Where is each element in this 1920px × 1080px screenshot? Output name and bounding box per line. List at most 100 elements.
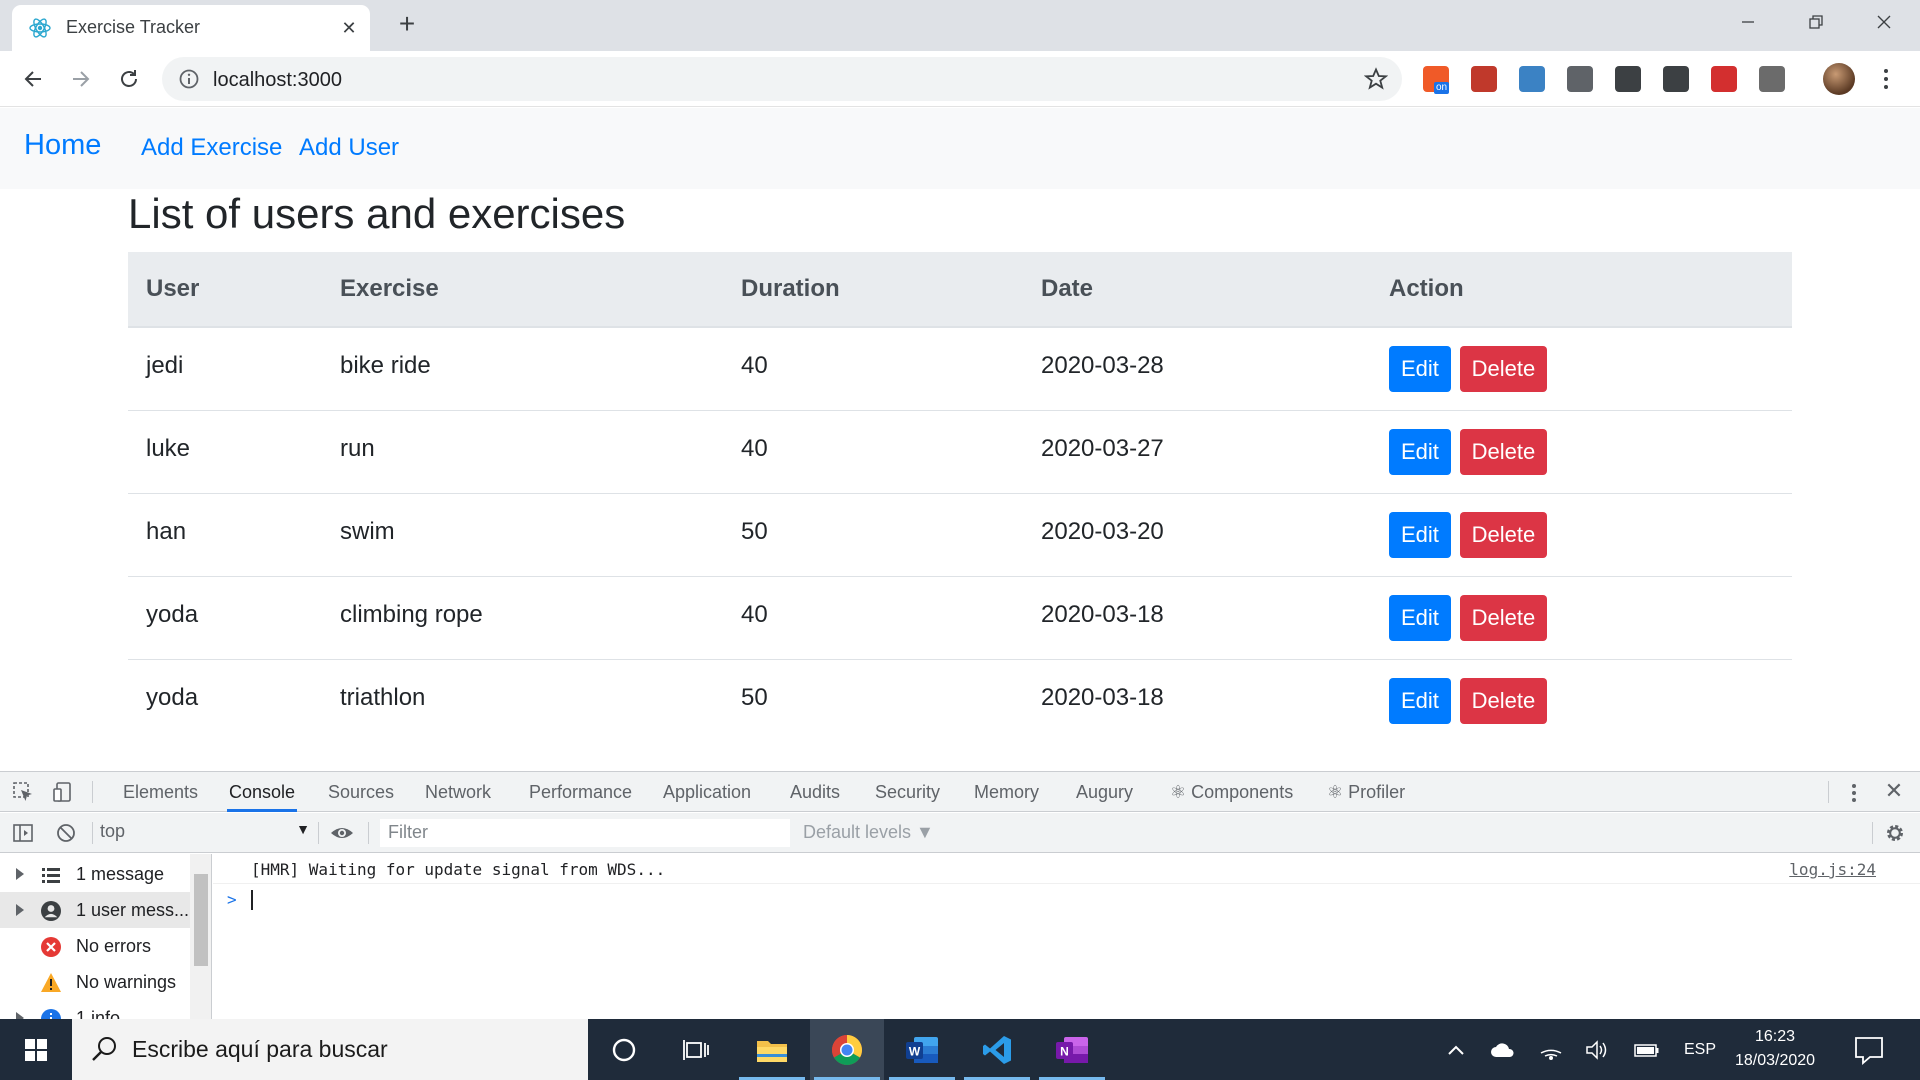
- taskbar-app-chrome[interactable]: [810, 1019, 884, 1080]
- sidebar-item-messages[interactable]: 1 message: [0, 856, 190, 892]
- sidebar-item-user-messages[interactable]: 1 user mess...: [0, 892, 190, 928]
- header-duration: Duration: [723, 252, 1023, 328]
- pdf-extension-icon[interactable]: [1471, 66, 1497, 92]
- edit-button[interactable]: Edit: [1389, 345, 1451, 392]
- edit-button[interactable]: Edit: [1389, 428, 1451, 475]
- settings-gear-icon[interactable]: [1884, 822, 1906, 844]
- devtools-tab[interactable]: ⚛ Components: [1168, 772, 1295, 812]
- new-tab-button[interactable]: +: [390, 8, 424, 42]
- cell-user: yoda: [128, 658, 322, 742]
- browser-tab[interactable]: Exercise Tracker ✕: [12, 5, 370, 51]
- url-text[interactable]: localhost:3000: [213, 69, 342, 92]
- devtools-tab[interactable]: Application: [661, 772, 753, 812]
- onedrive-tray[interactable]: [1490, 1037, 1516, 1063]
- devtools-tab[interactable]: Memory: [972, 772, 1041, 812]
- sidebar-scrollbar[interactable]: [190, 854, 211, 1020]
- log-levels-dropdown[interactable]: Default levels ▼: [803, 822, 934, 843]
- delete-button[interactable]: Delete: [1459, 511, 1548, 558]
- close-devtools-icon[interactable]: ✕: [1882, 780, 1906, 804]
- taskbar-app-word[interactable]: W: [885, 1019, 959, 1080]
- battery-tray[interactable]: [1634, 1037, 1660, 1063]
- taskbar-clock[interactable]: 16:23 18/03/2020: [1725, 1025, 1825, 1073]
- reload-button[interactable]: [112, 62, 146, 96]
- network-tray[interactable]: [1538, 1037, 1564, 1063]
- scrollbar-thumb[interactable]: [194, 874, 208, 966]
- delete-button[interactable]: Delete: [1459, 594, 1548, 641]
- devtools-tab[interactable]: ⚛ Profiler: [1325, 772, 1407, 812]
- devtools-tab[interactable]: Elements: [121, 772, 200, 812]
- minimize-button[interactable]: [1714, 0, 1782, 44]
- cell-date: 2020-03-27: [1023, 409, 1371, 493]
- edit-button[interactable]: Edit: [1389, 677, 1451, 724]
- taskbar-app-file-explorer[interactable]: [735, 1019, 809, 1080]
- devtools-divider: [318, 822, 319, 844]
- nav-add-user-link[interactable]: Add User: [299, 134, 399, 162]
- cell-exercise: run: [322, 409, 723, 493]
- device-toolbar-icon[interactable]: [52, 781, 74, 803]
- taskbar-app-onenote[interactable]: N: [1035, 1019, 1109, 1080]
- c-extension-icon[interactable]: [1663, 66, 1689, 92]
- sidebar-item-warnings[interactable]: No warnings: [0, 964, 190, 1000]
- forward-button[interactable]: [64, 62, 98, 96]
- nav-home-link[interactable]: Home: [24, 129, 101, 162]
- devtools-tab[interactable]: Sources: [326, 772, 396, 812]
- nav-add-exercise-link[interactable]: Add Exercise: [141, 134, 282, 162]
- show-hidden-icons-button[interactable]: [1443, 1037, 1469, 1063]
- devtools-tab[interactable]: Network: [423, 772, 493, 812]
- swirl-extension-icon[interactable]: [1519, 66, 1545, 92]
- tomato-extension-icon[interactable]: [1567, 66, 1593, 92]
- restore-button[interactable]: [1782, 0, 1850, 44]
- context-selector[interactable]: top ▼: [100, 821, 310, 845]
- ext-on-icon[interactable]: on: [1423, 66, 1450, 94]
- expand-arrow-icon[interactable]: [16, 904, 24, 916]
- reload-icon: [121, 70, 137, 87]
- sidebar-item-info[interactable]: 1 info: [0, 1000, 190, 1020]
- star-icon[interactable]: [1364, 67, 1388, 91]
- browser-menu-icon[interactable]: [1876, 64, 1896, 94]
- back-arrow-icon: [24, 71, 41, 87]
- cortana-button[interactable]: [588, 1019, 660, 1080]
- devtools-tab[interactable]: Performance: [527, 772, 634, 812]
- close-window-button[interactable]: [1850, 0, 1918, 44]
- moon-extension-icon[interactable]: [1615, 66, 1641, 92]
- inspect-element-icon[interactable]: [12, 781, 34, 803]
- edit-button[interactable]: Edit: [1389, 511, 1451, 558]
- console-filter-input[interactable]: Filter: [380, 819, 790, 847]
- devtools-menu-icon[interactable]: [1848, 782, 1860, 804]
- volume-tray[interactable]: [1584, 1037, 1610, 1063]
- sidebar-item-label: No warnings: [76, 972, 177, 992]
- delete-button[interactable]: Delete: [1459, 428, 1548, 475]
- delete-button[interactable]: Delete: [1459, 677, 1548, 724]
- back-button[interactable]: [16, 62, 50, 96]
- show-sidebar-icon[interactable]: [12, 822, 34, 844]
- eye-icon[interactable]: [330, 822, 354, 844]
- action-center-icon[interactable]: [1852, 1033, 1886, 1067]
- paw-extension-icon[interactable]: [1711, 66, 1737, 92]
- devtools-tab[interactable]: Security: [873, 772, 942, 812]
- devtools-tab[interactable]: Console: [227, 772, 298, 812]
- vue-extension-icon[interactable]: [1759, 66, 1785, 92]
- sidebar-item-errors[interactable]: No errors: [0, 928, 190, 964]
- console-input-caret[interactable]: [251, 890, 253, 910]
- devtools-tab[interactable]: Augury: [1074, 772, 1135, 812]
- app-navbar: Home Add Exercise Add User: [0, 108, 1920, 189]
- taskbar-app-vscode[interactable]: [960, 1019, 1034, 1080]
- edit-button[interactable]: Edit: [1389, 594, 1451, 641]
- clear-console-icon[interactable]: [55, 822, 77, 844]
- delete-button[interactable]: Delete: [1459, 345, 1548, 392]
- forward-arrow-icon: [73, 71, 90, 87]
- info-icon[interactable]: [178, 68, 200, 90]
- console-output[interactable]: [HMR] Waiting for update signal from WDS…: [213, 854, 1920, 1020]
- log-source-link[interactable]: log.js:24: [1789, 860, 1876, 879]
- close-tab-icon[interactable]: ✕: [336, 15, 362, 41]
- profile-avatar[interactable]: [1823, 63, 1855, 95]
- start-button[interactable]: [0, 1019, 72, 1080]
- devtools-tab[interactable]: Audits: [788, 772, 842, 812]
- expand-arrow-icon[interactable]: [16, 868, 24, 880]
- taskbar-search-box[interactable]: Escribe aquí para buscar: [72, 1019, 588, 1080]
- devtools-divider: [1828, 781, 1829, 803]
- svg-text:W: W: [909, 1044, 921, 1058]
- input-language[interactable]: ESP: [1684, 1041, 1716, 1059]
- task-view-button[interactable]: [660, 1019, 732, 1080]
- address-bar[interactable]: localhost:3000: [162, 57, 1402, 101]
